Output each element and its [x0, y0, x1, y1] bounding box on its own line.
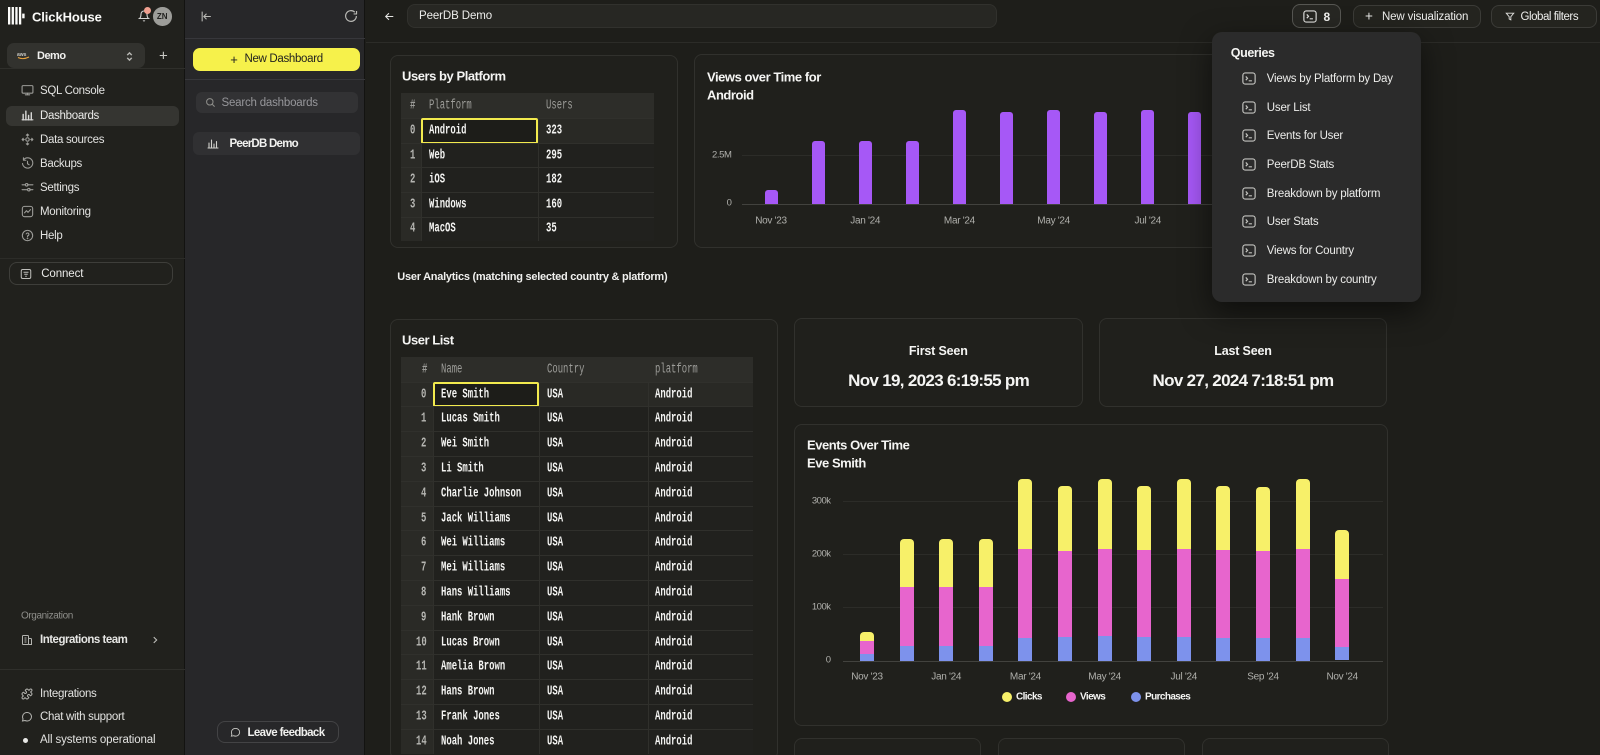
svg-text:aws: aws	[17, 52, 27, 58]
